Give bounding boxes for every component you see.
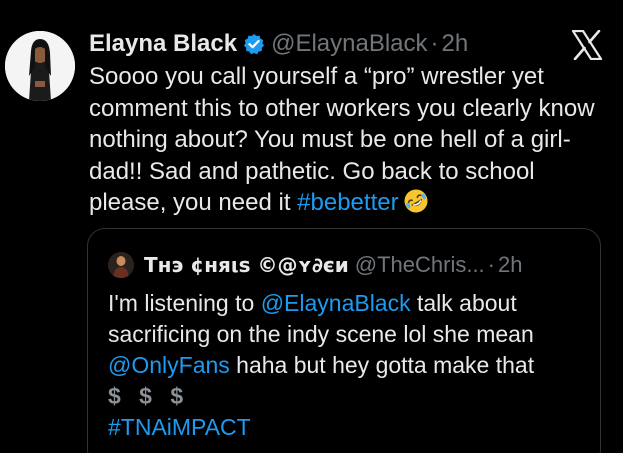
tweet-text: Soooo you call yourself a “pro” wrestler… [89, 61, 609, 223]
separator-dot: · [430, 30, 439, 57]
rolling-on-floor-laughing-emoji [403, 188, 429, 223]
author-handle[interactable]: @ElaynaBlack [271, 29, 427, 59]
tweet-header: Elayna Black @ElaynaBlack · 2h [89, 29, 468, 59]
separator-dot: · [487, 252, 495, 277]
quoted-tweet-header: Tнэ ¢няιѕ ©@ʏ∂єи @TheChris... · 2h [108, 251, 522, 279]
mention-link-elaynablack[interactable]: @ElaynaBlack [261, 290, 411, 316]
x-logo-icon [571, 29, 603, 61]
money-symbols: $ $ $ [108, 383, 190, 409]
quoted-author-name[interactable]: Tнэ ¢няιѕ ©@ʏ∂єи [144, 251, 349, 279]
timestamp[interactable]: 2h [442, 29, 469, 59]
hashtag-link-tnaimpact[interactable]: #TNAiMPACT [108, 414, 251, 440]
mention-link-onlyfans[interactable]: @OnlyFans [108, 352, 230, 378]
quoted-author-avatar[interactable] [108, 252, 134, 278]
author-name[interactable]: Elayna Black [89, 29, 237, 59]
quoted-tweet[interactable]: Tнэ ¢няιѕ ©@ʏ∂єи @TheChris... · 2h I'm l… [87, 228, 601, 453]
verified-badge-icon [243, 33, 265, 55]
author-avatar[interactable] [5, 31, 75, 101]
quoted-timestamp[interactable]: 2h [498, 251, 522, 279]
quoted-tweet-text: I'm listening to @ElaynaBlack talk about… [108, 288, 593, 443]
quoted-text-3: haha but hey gotta make that [229, 352, 535, 378]
quoted-text-1: I'm listening to [108, 290, 261, 316]
quoted-author-handle[interactable]: @TheChris... [355, 251, 485, 279]
hashtag-link[interactable]: #bebetter [297, 189, 398, 216]
